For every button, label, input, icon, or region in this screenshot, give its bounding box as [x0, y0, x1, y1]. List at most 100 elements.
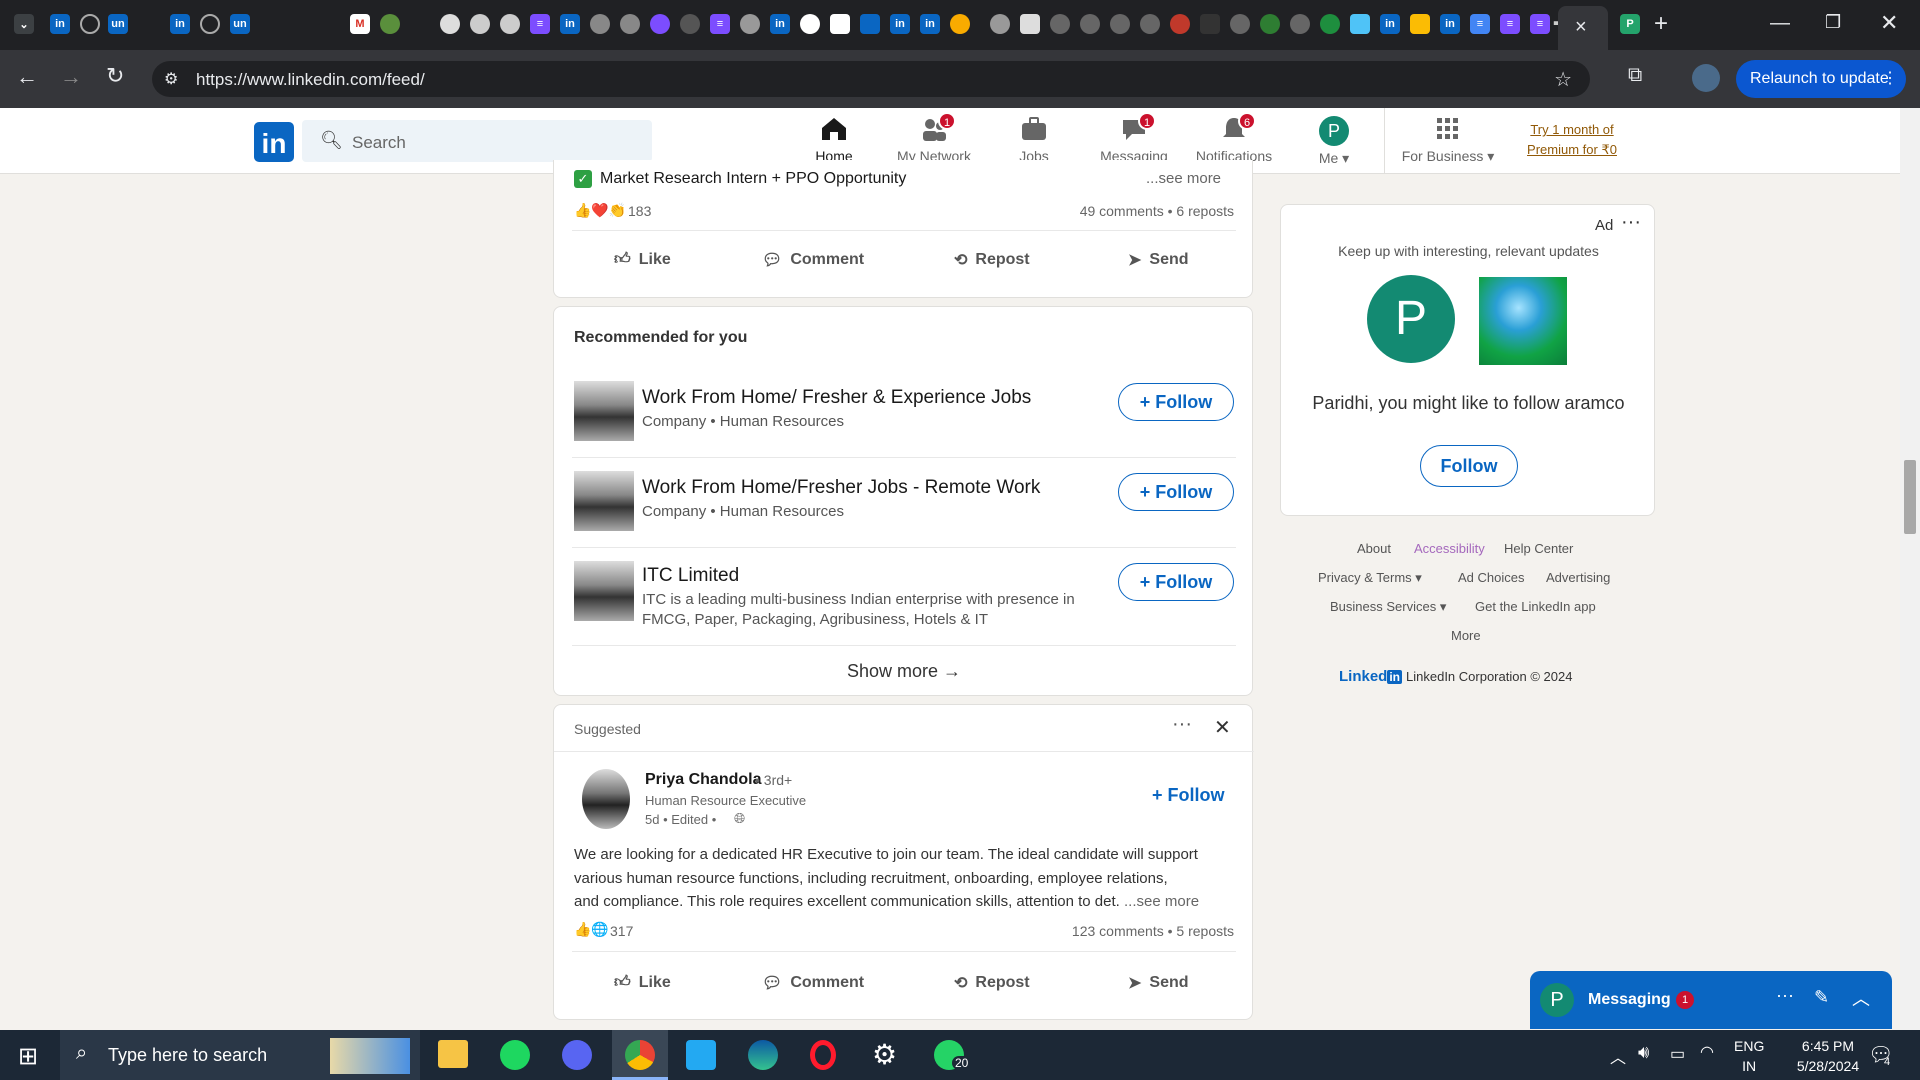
company-logo[interactable]	[574, 471, 634, 531]
tab-generic-icon[interactable]	[830, 14, 850, 34]
repost-button[interactable]: ⟲ Repost	[954, 250, 1030, 270]
nav-notifications[interactable]: 6 Notifications	[1186, 112, 1282, 164]
more-options-icon[interactable]: ···	[1621, 211, 1641, 234]
tab-unstop-icon[interactable]: un	[230, 14, 250, 34]
more-options-icon[interactable]: ···	[1776, 985, 1794, 1006]
post-stats[interactable]: 49 comments • 6 reposts	[1080, 203, 1234, 219]
more-options-icon[interactable]: ···	[1172, 713, 1192, 736]
tab-search-icon[interactable]: ⌄	[14, 14, 34, 34]
tab-globe-icon[interactable]	[440, 14, 460, 34]
company-logo[interactable]	[574, 381, 634, 441]
tab-linkedin-icon[interactable]: in	[890, 14, 910, 34]
comment-button[interactable]: 💬︎ Comment	[762, 250, 864, 270]
footer-more-link[interactable]: More	[1451, 628, 1481, 643]
tab-generic-icon[interactable]	[1290, 14, 1310, 34]
tab-generic-icon[interactable]	[1170, 14, 1190, 34]
dismiss-icon[interactable]: ✕	[1214, 715, 1231, 740]
tab-forms-icon[interactable]: ≡	[1530, 14, 1550, 34]
profile-avatar[interactable]	[1692, 64, 1720, 92]
site-settings-icon[interactable]: ⚙	[164, 69, 178, 89]
recommended-item-name[interactable]: Work From Home/ Fresher & Experience Job…	[642, 387, 1031, 409]
tab-close-icon[interactable]: ×	[1575, 16, 1587, 39]
tab-circle-icon[interactable]	[80, 14, 100, 34]
tab-linkedin-icon[interactable]: in	[1440, 14, 1460, 34]
aramco-logo[interactable]	[1479, 277, 1567, 365]
compose-icon[interactable]: ✎	[1814, 987, 1829, 1008]
tab-linkedin-icon[interactable]: in	[50, 14, 70, 34]
tab-circle-icon[interactable]	[200, 14, 220, 34]
reactions-icon[interactable]: 👍🌐	[574, 921, 609, 938]
tab-forms-icon[interactable]: ≡	[710, 14, 730, 34]
show-more-button[interactable]: Show more →	[554, 661, 1254, 682]
send-button[interactable]: ➤ Send	[1128, 250, 1189, 270]
tab-generic-icon[interactable]	[1140, 14, 1160, 34]
footer-business-services-link[interactable]: Business Services ▾	[1330, 599, 1446, 615]
spotify-icon[interactable]	[500, 1040, 530, 1070]
chevron-up-icon[interactable]: ︿	[1852, 985, 1870, 1011]
tab-unstop-icon[interactable]	[680, 14, 700, 34]
send-button[interactable]: ➤ Send	[1128, 973, 1189, 993]
chrome-taskbar-button[interactable]	[612, 1030, 668, 1080]
tab-linkedin-icon[interactable]: in	[920, 14, 940, 34]
nav-my-network[interactable]: 1 My Network	[886, 112, 982, 164]
tab-generic-icon[interactable]	[1020, 14, 1040, 34]
messaging-bar[interactable]: P Messaging 1 ··· ✎ ︿	[1530, 971, 1892, 1029]
opera-icon[interactable]	[810, 1040, 836, 1070]
tab-generic-icon[interactable]	[1350, 14, 1370, 34]
footer-privacy-link[interactable]: Privacy & Terms ▾	[1318, 570, 1422, 586]
nav-messaging[interactable]: 1 Messaging	[1086, 112, 1182, 164]
tab-generic-icon[interactable]	[1080, 14, 1100, 34]
footer-help-link[interactable]: Help Center	[1504, 541, 1573, 556]
tab-generic-icon[interactable]	[860, 14, 880, 34]
repost-button[interactable]: ⟲ Repost	[954, 973, 1030, 993]
follow-button[interactable]: + Follow	[1118, 473, 1234, 511]
recommended-item-name[interactable]: Work From Home/Fresher Jobs - Remote Wor…	[642, 477, 1040, 499]
page-scrollbar[interactable]	[1900, 108, 1920, 1030]
bookmark-star-icon[interactable]: ☆	[1554, 67, 1572, 92]
tab-generic-icon[interactable]	[990, 14, 1010, 34]
linkedin-logo[interactable]: in	[254, 122, 294, 162]
url-text[interactable]: https://www.linkedin.com/feed/	[196, 70, 425, 90]
post-stats[interactable]: 123 comments • 5 reposts	[1072, 923, 1234, 939]
tab-forms-icon[interactable]: ≡	[530, 14, 550, 34]
tab-green-icon[interactable]	[380, 14, 400, 34]
tab-linkedin-icon[interactable]: in	[560, 14, 580, 34]
author-avatar[interactable]	[582, 769, 630, 829]
tab-generic-icon[interactable]	[1200, 14, 1220, 34]
reactions-count[interactable]: 183	[628, 203, 651, 219]
nav-jobs[interactable]: Jobs	[986, 116, 1082, 164]
nav-me[interactable]: P Me ▾	[1286, 116, 1382, 167]
search-input[interactable]: 🔍︎ Search	[302, 120, 652, 162]
tab-generic-icon[interactable]: P	[1620, 14, 1640, 34]
tab-unstop-icon[interactable]: un	[108, 14, 128, 34]
windows-start-icon[interactable]: ⊞	[18, 1042, 38, 1071]
footer-about-link[interactable]: About	[1357, 541, 1391, 556]
wifi-icon[interactable]: ◠	[1700, 1042, 1714, 1062]
tab-generic-icon[interactable]	[1230, 14, 1250, 34]
tab-generic-icon[interactable]	[470, 14, 490, 34]
scrollbar-thumb[interactable]	[1904, 460, 1916, 534]
ad-follow-button[interactable]: Follow	[1420, 445, 1518, 487]
restore-button[interactable]: ❐	[1825, 12, 1841, 33]
tray-chevron-up-icon[interactable]: ︿	[1610, 1044, 1626, 1068]
forward-button[interactable]: →	[60, 64, 82, 90]
vscode-icon[interactable]	[686, 1040, 716, 1070]
tab-gmail-icon[interactable]: M	[350, 14, 370, 34]
tab-linkedin-icon[interactable]: in	[170, 14, 190, 34]
reactions-count[interactable]: 317	[610, 923, 633, 939]
tab-generic-icon[interactable]	[1110, 14, 1130, 34]
like-button[interactable]: 👍︎ Like	[614, 250, 671, 269]
tab-generic-icon[interactable]	[1320, 14, 1340, 34]
whatsapp-icon[interactable]: 20	[934, 1040, 972, 1070]
reload-button[interactable]: ↻	[106, 63, 124, 89]
back-button[interactable]: ←	[16, 64, 38, 90]
tab-linkedin-icon[interactable]: in	[770, 14, 790, 34]
settings-icon[interactable]: ⚙	[872, 1038, 897, 1071]
nav-for-business[interactable]: For Business ▾	[1396, 116, 1500, 165]
relaunch-button[interactable]: Relaunch to update ⋮	[1736, 60, 1906, 98]
tab-forms-icon[interactable]: ≡	[1500, 14, 1520, 34]
footer-accessibility-link[interactable]: Accessibility	[1414, 541, 1485, 556]
see-more-link[interactable]: ...see more	[1124, 893, 1199, 910]
tab-refresh-icon[interactable]	[740, 14, 760, 34]
footer-app-link[interactable]: Get the LinkedIn app	[1475, 599, 1596, 614]
